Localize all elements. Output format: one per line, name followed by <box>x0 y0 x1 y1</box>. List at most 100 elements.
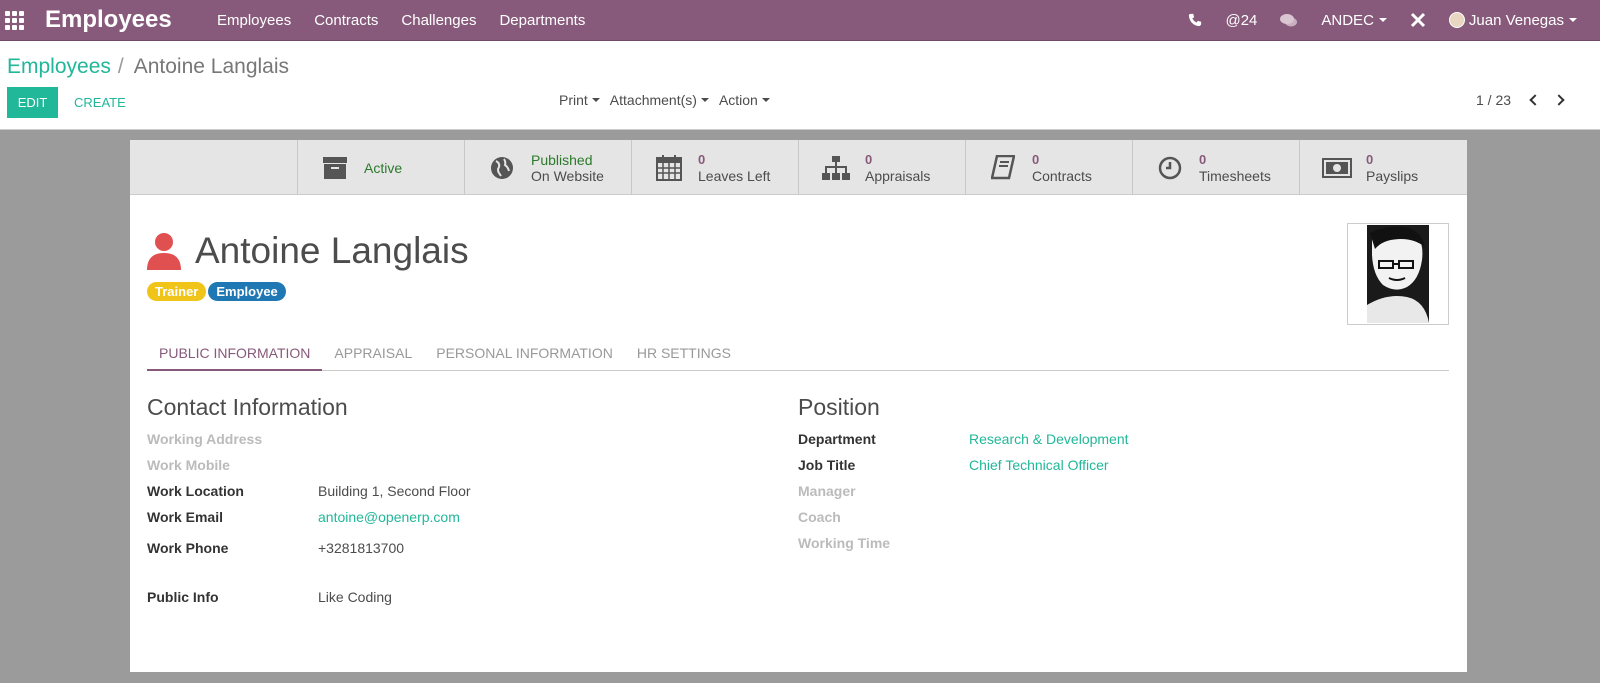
breadcrumb-current: Antoine Langlais <box>133 55 290 78</box>
action-dropdown[interactable]: Action <box>719 92 770 108</box>
print-dropdown[interactable]: Print <box>559 92 600 108</box>
apps-grid-icon[interactable] <box>5 11 25 30</box>
employee-tags: Trainer Employee <box>147 282 288 301</box>
money-icon <box>1322 153 1352 183</box>
chevron-down-icon <box>1569 18 1577 22</box>
chevron-down-icon <box>591 98 600 102</box>
timesheets-label: Timesheets <box>1199 167 1271 184</box>
payslips-button[interactable]: 0 Payslips <box>1299 140 1466 195</box>
timesheets-button[interactable]: 0 Timesheets <box>1132 140 1299 195</box>
control-panel: Employees / Antoine Langlais EDIT CREATE… <box>0 41 1600 130</box>
payslips-count: 0 <box>1366 151 1374 167</box>
action-label: Action <box>718 92 758 108</box>
contact-group-title: Contact Information <box>147 394 348 420</box>
user-avatar <box>1448 12 1465 28</box>
leaves-count: 0 <box>698 151 706 167</box>
navbar-systray: @24 ANDEC Juan Venegas <box>1188 0 1600 40</box>
label-manager: Manager <box>798 483 856 499</box>
top-navbar: Employees Employees Contracts Challenges… <box>0 0 1600 41</box>
tag-trainer[interactable]: Trainer <box>147 282 207 301</box>
tab-hr-settings[interactable]: HR SETTINGS <box>625 338 743 371</box>
on-website-label: On Website <box>531 167 604 184</box>
employee-title: Antoine Langlais <box>147 230 469 272</box>
sidebar-actions: Print Attachment(s) Action <box>559 92 780 108</box>
mentions-counter[interactable]: @24 <box>1225 12 1257 29</box>
timesheets-count: 0 <box>1199 151 1207 167</box>
published-label: Published <box>531 151 593 168</box>
published-button[interactable]: Published On Website <box>464 140 631 195</box>
contracts-button[interactable]: 0 Contracts <box>965 140 1132 195</box>
menu-departments[interactable]: Departments <box>499 12 585 29</box>
active-label: Active <box>364 159 403 176</box>
tab-public-information[interactable]: PUBLIC INFORMATION <box>147 338 323 371</box>
chevron-left-icon[interactable] <box>1529 94 1541 106</box>
payslips-label: Payslips <box>1366 167 1419 184</box>
label-work-location: Work Location <box>147 483 244 499</box>
chevron-right-icon[interactable] <box>1553 94 1565 106</box>
breadcrumb-employees[interactable]: Employees <box>7 55 111 79</box>
user-menu[interactable]: Juan Venegas <box>1448 11 1577 29</box>
create-button[interactable]: CREATE <box>74 95 126 110</box>
company-switcher[interactable]: ANDEC <box>1321 12 1387 29</box>
employee-name: Antoine Langlais <box>195 230 469 271</box>
contracts-count: 0 <box>1032 151 1040 167</box>
user-name: Juan Venegas <box>1468 11 1564 29</box>
chevron-down-icon <box>1378 18 1387 22</box>
appraisals-count: 0 <box>865 151 873 167</box>
menu-challenges[interactable]: Challenges <box>401 12 476 29</box>
appraisals-button[interactable]: 0 Appraisals <box>798 140 965 195</box>
chevron-down-icon <box>700 98 709 102</box>
label-work-email: Work Email <box>147 509 223 525</box>
label-public-info: Public Info <box>147 589 219 605</box>
tag-employee[interactable]: Employee <box>208 282 286 301</box>
value-work-location: Building 1, Second Floor <box>318 483 471 499</box>
label-coach: Coach <box>798 509 841 525</box>
menu-contracts[interactable]: Contracts <box>314 12 378 29</box>
phone-icon[interactable] <box>1188 13 1202 27</box>
clock-icon <box>1155 153 1185 183</box>
mentions-count: @24 <box>1225 11 1258 29</box>
pager-value[interactable]: 1 / 23 <box>1476 92 1511 108</box>
label-working-address: Working Address <box>147 431 263 447</box>
chat-icon[interactable] <box>1280 13 1298 28</box>
archive-icon <box>320 153 350 183</box>
chevron-down-icon <box>761 98 770 102</box>
pager: 1 / 23 <box>1476 92 1565 108</box>
calendar-icon <box>654 153 684 183</box>
user-status-icon <box>147 233 181 270</box>
employee-photo[interactable] <box>1347 223 1449 325</box>
leaves-label: Leaves Left <box>698 167 771 184</box>
form-sheet: Active Published On Website 0 Leaves Left … <box>130 140 1467 672</box>
sitemap-icon <box>821 153 851 183</box>
label-job-title: Job Title <box>798 457 856 473</box>
tab-personal-information[interactable]: PERSONAL INFORMATION <box>424 338 625 371</box>
value-public-info: Like Coding <box>318 589 392 605</box>
attachments-label: Attachment(s) <box>609 92 697 108</box>
active-button[interactable]: Active <box>297 140 464 195</box>
position-group-title: Position <box>798 394 880 420</box>
attachments-dropdown[interactable]: Attachment(s) <box>610 92 709 108</box>
breadcrumb-separator: / <box>117 55 124 78</box>
appraisals-label: Appraisals <box>865 167 931 184</box>
main-menu: Employees Contracts Challenges Departmen… <box>217 12 608 29</box>
label-working-time: Working Time <box>798 535 891 551</box>
value-work-email[interactable]: antoine@openerp.com <box>318 509 460 525</box>
portrait-image <box>1367 225 1429 323</box>
edit-button[interactable]: EDIT <box>7 87 58 118</box>
form-tabs: PUBLIC INFORMATION APPRAISAL PERSONAL IN… <box>147 338 1449 371</box>
tools-icon[interactable] <box>1410 12 1426 28</box>
label-department: Department <box>798 431 876 447</box>
menu-employees[interactable]: Employees <box>217 12 291 29</box>
globe-icon <box>487 153 517 183</box>
print-label: Print <box>559 92 588 108</box>
value-work-phone: +3281813700 <box>318 540 405 556</box>
value-job-title[interactable]: Chief Technical Officer <box>969 457 1109 473</box>
leaves-button[interactable]: 0 Leaves Left <box>631 140 798 195</box>
label-work-phone: Work Phone <box>147 540 229 556</box>
value-department[interactable]: Research & Development <box>969 431 1129 447</box>
breadcrumb: Employees / Antoine Langlais <box>7 55 289 79</box>
label-work-mobile: Work Mobile <box>147 457 230 473</box>
company-name: ANDEC <box>1321 11 1374 29</box>
tab-appraisal[interactable]: APPRAISAL <box>322 338 424 371</box>
app-brand: Employees <box>45 6 172 33</box>
